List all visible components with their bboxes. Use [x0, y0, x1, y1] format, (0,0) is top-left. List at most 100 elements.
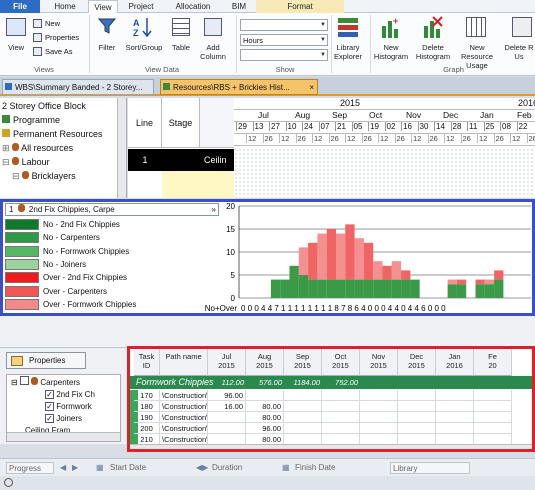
- show-combo-1[interactable]: ▼: [240, 19, 328, 31]
- usage-cell[interactable]: [474, 390, 512, 401]
- stage-header[interactable]: Stage: [162, 98, 200, 148]
- doc-tab-resources[interactable]: Resources\RBS + Brickies Hist... ×: [160, 79, 318, 95]
- usage-cell[interactable]: 16.00: [208, 401, 246, 412]
- arrow-right-icon[interactable]: ▶: [72, 462, 78, 474]
- tree-node-permanent-resources[interactable]: Permanent Resources: [2, 128, 103, 140]
- column-header[interactable]: Task ID: [134, 349, 160, 376]
- stage-cell[interactable]: [162, 149, 200, 171]
- library-field[interactable]: Library: [390, 462, 470, 474]
- expand-icon[interactable]: ⊞: [2, 143, 10, 153]
- usage-cell[interactable]: [474, 412, 512, 423]
- usage-cell[interactable]: 80.00: [246, 401, 284, 412]
- column-header[interactable]: Jul 2015: [208, 349, 246, 376]
- tree-node-formwork[interactable]: ✓ Formwork: [45, 401, 92, 413]
- usage-cell[interactable]: [360, 390, 398, 401]
- usage-cell[interactable]: [398, 401, 436, 412]
- show-combo-3[interactable]: ▼: [240, 49, 328, 61]
- usage-cell[interactable]: [436, 412, 474, 423]
- save-as-button[interactable]: Save As: [33, 47, 73, 56]
- column-header[interactable]: Sep 2015: [284, 349, 322, 376]
- legend-item[interactable]: Over - Carpenters: [5, 285, 107, 298]
- view-button[interactable]: View: [2, 43, 30, 52]
- usage-cell[interactable]: [436, 401, 474, 412]
- tree-node-joiners[interactable]: ✓ Joiners: [45, 413, 82, 425]
- usage-cell[interactable]: [284, 390, 322, 401]
- usage-cell[interactable]: [322, 390, 360, 401]
- legend-item[interactable]: No - Formwork Chippies: [5, 245, 129, 258]
- usage-cell[interactable]: [208, 412, 246, 423]
- units-combo[interactable]: Hours ▼: [240, 34, 328, 46]
- checkbox-checked[interactable]: ✓: [45, 414, 54, 423]
- usage-cell[interactable]: [360, 412, 398, 423]
- usage-cell[interactable]: [284, 423, 322, 434]
- new-histogram-button[interactable]: New Histogram: [371, 43, 411, 61]
- new-view-button[interactable]: New: [33, 19, 60, 28]
- task-id-cell[interactable]: 190: [134, 412, 160, 423]
- usage-cell[interactable]: [398, 423, 436, 434]
- column-header[interactable]: Oct 2015: [322, 349, 360, 376]
- doc-tab-wbs[interactable]: WBS\Summary Banded - 2 Storey...: [2, 79, 154, 95]
- usage-cell[interactable]: [360, 423, 398, 434]
- column-header[interactable]: Fe 20: [474, 349, 512, 376]
- legend-item[interactable]: Over - 2nd Fix Chippies: [5, 271, 127, 284]
- path-name-cell[interactable]: \Construction\S: [160, 423, 208, 434]
- line-header[interactable]: Line: [128, 98, 162, 148]
- delete-histogram-button[interactable]: Delete Histogram: [412, 43, 454, 61]
- path-name-cell[interactable]: \Construction\S: [160, 401, 208, 412]
- checkbox-checked[interactable]: ✓: [45, 390, 54, 399]
- usage-cell[interactable]: [398, 412, 436, 423]
- legend-item[interactable]: Over - Formwork Chippies: [5, 298, 136, 311]
- collapse-icon[interactable]: ⊟: [2, 157, 10, 167]
- checkbox-checked[interactable]: ✓: [45, 402, 54, 411]
- start-date-field[interactable]: Start Date: [110, 462, 185, 474]
- usage-cell[interactable]: [322, 423, 360, 434]
- search-icon[interactable]: [4, 478, 13, 487]
- usage-cell[interactable]: 80.00: [246, 412, 284, 423]
- delete-resource-usage-button[interactable]: Delete R Us: [503, 43, 535, 61]
- column-header[interactable]: Nov 2015: [360, 349, 398, 376]
- progress-field[interactable]: Progress: [6, 462, 54, 474]
- tab-file[interactable]: File: [0, 0, 40, 13]
- usage-cell[interactable]: [436, 390, 474, 401]
- usage-cell[interactable]: 96.00: [246, 423, 284, 434]
- legend-item[interactable]: No - 2nd Fix Chippies: [5, 218, 120, 231]
- legend-item[interactable]: No - Joiners: [5, 258, 86, 271]
- usage-cell[interactable]: [474, 401, 512, 412]
- column-header[interactable]: [200, 98, 234, 148]
- tab-bim[interactable]: BIM: [224, 0, 254, 13]
- column-header[interactable]: Dec 2015: [398, 349, 436, 376]
- usage-cell[interactable]: [246, 390, 284, 401]
- add-column-button[interactable]: Add Column: [198, 43, 228, 61]
- usage-cell[interactable]: [208, 423, 246, 434]
- usage-cell[interactable]: [322, 401, 360, 412]
- tab-allocation[interactable]: Allocation: [164, 0, 222, 13]
- tab-view[interactable]: View: [88, 0, 118, 14]
- path-name-cell[interactable]: \Construction\S: [160, 390, 208, 401]
- arrow-left-icon[interactable]: ◀: [60, 462, 66, 474]
- filter-button[interactable]: Filter: [92, 43, 122, 52]
- table-button[interactable]: Table: [167, 43, 195, 52]
- usage-cell[interactable]: 96.00: [208, 390, 246, 401]
- task-id-cell[interactable]: 170: [134, 390, 160, 401]
- collapse-icon[interactable]: ⊟: [11, 378, 18, 387]
- tree-node-bricklayers[interactable]: ⊟ Bricklayers: [12, 170, 76, 182]
- tab-format[interactable]: Format: [256, 0, 344, 13]
- view-properties-button[interactable]: Properties: [33, 33, 79, 42]
- tree-node-labour[interactable]: ⊟ Labour: [2, 156, 50, 168]
- tab-home[interactable]: Home: [44, 0, 86, 13]
- tab-project[interactable]: Project: [120, 0, 162, 13]
- duration-field[interactable]: Duration: [212, 462, 282, 474]
- task-id-cell[interactable]: 180: [134, 401, 160, 412]
- tree-h-scrollbar[interactable]: [7, 432, 120, 441]
- tree-scrollbar[interactable]: [117, 98, 126, 198]
- checkbox[interactable]: [19, 376, 29, 385]
- histogram-resource-selector[interactable]: 1 2nd Fix Chippies, Carpe »: [5, 203, 219, 216]
- close-icon[interactable]: ×: [309, 80, 314, 94]
- legend-item[interactable]: No - Carpenters: [5, 231, 100, 244]
- tree-node-2nd-fix[interactable]: ✓ 2nd Fix Ch: [45, 389, 95, 401]
- finish-date-field[interactable]: Finish Date: [295, 462, 370, 474]
- usage-cell[interactable]: [360, 401, 398, 412]
- usage-cell[interactable]: [436, 423, 474, 434]
- gantt-body[interactable]: [234, 148, 535, 198]
- path-name-cell[interactable]: \Construction\S: [160, 412, 208, 423]
